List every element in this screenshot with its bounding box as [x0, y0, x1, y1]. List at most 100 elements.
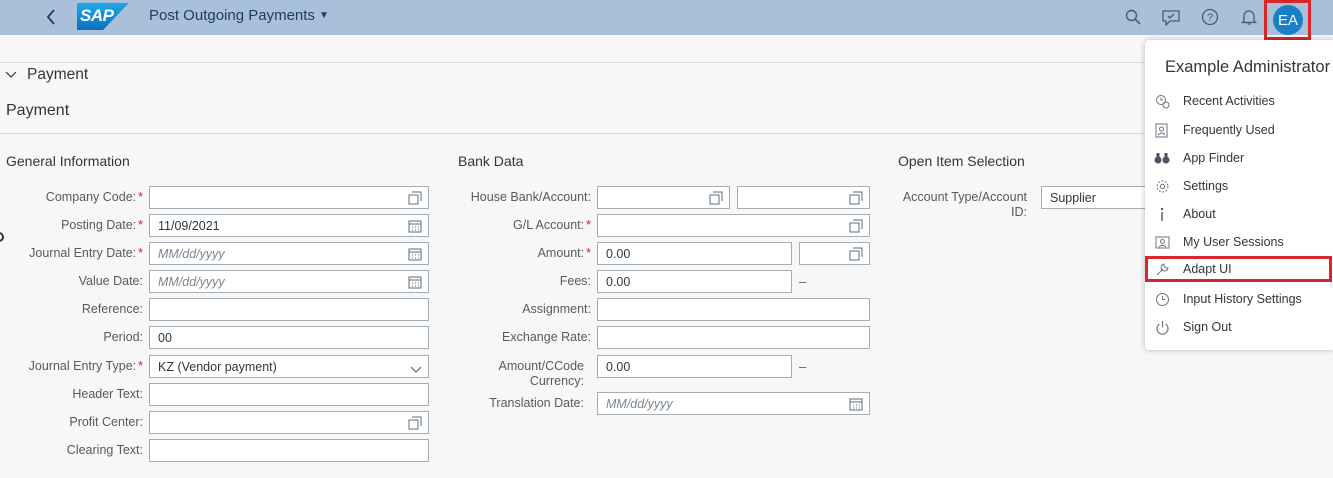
amount-input[interactable]: 0.00 [597, 242, 792, 265]
open-item-selection-title: Open Item Selection [898, 153, 1025, 169]
notes-button[interactable] [1158, 5, 1184, 29]
menu-item-recent-activities[interactable]: Recent Activities [1145, 88, 1333, 114]
period-input[interactable]: 00 [149, 326, 429, 349]
back-icon [46, 9, 55, 25]
user-menu: Example Administrator Recent Activities … [1145, 40, 1333, 350]
general-information-title: General Information [6, 153, 130, 169]
currency-input[interactable] [799, 242, 870, 265]
logo-text: SAP [80, 6, 114, 25]
menu-item-about[interactable]: About [1145, 201, 1333, 227]
value-help-icon[interactable] [849, 247, 863, 264]
value-date-input[interactable]: MM/dd/yyyy [149, 270, 429, 293]
menu-item-my-user-sessions[interactable]: My User Sessions [1145, 229, 1333, 255]
menu-item-label: Recent Activities [1183, 94, 1275, 108]
menu-item-frequently-used[interactable]: Frequently Used [1145, 117, 1333, 143]
value-help-icon[interactable] [408, 191, 422, 208]
app-title: Post Outgoing Payments [149, 7, 315, 24]
header-text-label: Header Text: [72, 387, 143, 401]
back-button[interactable] [38, 4, 64, 30]
power-icon [1154, 319, 1170, 335]
wrench-icon [1154, 261, 1170, 277]
menu-item-label: Sign Out [1183, 320, 1232, 334]
clearing-text-input[interactable] [149, 439, 429, 462]
menu-item-label: App Finder [1183, 151, 1245, 165]
translation-date-input[interactable]: MM/dd/yyyy [597, 392, 870, 415]
notifications-button[interactable] [1236, 5, 1262, 29]
frequently-used-icon [1154, 122, 1170, 138]
account-type-select[interactable]: Supplier [1041, 186, 1151, 209]
menu-item-settings[interactable]: Settings [1145, 173, 1333, 199]
divider [0, 133, 1145, 134]
menu-item-sign-out[interactable]: Sign Out [1145, 314, 1333, 340]
clearing-text-label: Clearing Text: [66, 443, 143, 457]
avatar[interactable]: EA [1273, 5, 1303, 35]
calendar-icon[interactable] [408, 219, 422, 236]
fees-input[interactable]: 0.00 [597, 270, 792, 293]
chevron-down-icon [5, 71, 17, 78]
recent-activities-icon [1154, 93, 1170, 109]
value-help-icon[interactable] [849, 219, 863, 236]
help-button[interactable]: ? [1197, 5, 1223, 29]
svg-text:?: ? [1207, 12, 1213, 24]
app-title-menu[interactable]: Post Outgoing Payments ▼ [149, 7, 329, 24]
reference-label: Reference: [81, 302, 143, 316]
calendar-icon[interactable] [849, 397, 863, 414]
chevron-down-icon[interactable] [410, 363, 422, 377]
profit-center-label: Profit Center: [69, 415, 143, 429]
search-button[interactable] [1120, 5, 1146, 29]
calendar-icon[interactable] [408, 275, 422, 292]
house-account-input[interactable] [737, 186, 870, 209]
edge-handle[interactable] [0, 232, 4, 242]
company-code-input[interactable] [149, 186, 429, 209]
gl-account-input[interactable] [597, 214, 870, 237]
bell-icon [1241, 10, 1257, 25]
house-bank-input[interactable] [597, 186, 730, 209]
reference-input[interactable] [149, 298, 429, 321]
assignment-input[interactable] [597, 298, 870, 321]
house-bank-label: House Bank/Account: [470, 190, 591, 204]
exchange-rate-label: Exchange Rate: [502, 330, 591, 344]
info-icon [1154, 206, 1170, 222]
amount-ccode-label: Amount/CCode Currency: [498, 359, 584, 388]
account-type-label: Account Type/Account ID: [902, 190, 1027, 219]
divider [0, 62, 1145, 63]
gl-account-label: G/L Account: * [513, 218, 591, 232]
journal-entry-type-select[interactable]: KZ (Vendor payment) [149, 355, 429, 378]
menu-item-app-finder[interactable]: App Finder [1145, 145, 1333, 171]
value-date-label: Value Date: [78, 274, 143, 288]
translation-date-label: Translation Date: [489, 396, 584, 410]
amount-ccode-input[interactable]: 0.00 [597, 355, 792, 378]
posting-date-label: Posting Date: * [61, 218, 143, 232]
shell-bar: SAP Post Outgoing Payments ▼ ? EA [0, 0, 1333, 40]
menu-item-input-history-settings[interactable]: Input History Settings [1145, 286, 1333, 312]
assignment-label: Assignment: [522, 302, 591, 316]
clock-icon [1154, 291, 1170, 307]
exchange-rate-input[interactable] [597, 326, 870, 349]
journal-entry-date-label: Journal Entry Date: * [29, 246, 143, 260]
bank-data-title: Bank Data [458, 153, 524, 169]
payment-section-toggle[interactable]: Payment [5, 66, 88, 84]
binoculars-icon [1154, 150, 1170, 166]
gear-icon [1154, 178, 1170, 194]
value-help-icon[interactable] [709, 191, 723, 208]
menu-item-adapt-ui[interactable]: Adapt UI [1145, 256, 1332, 282]
profit-center-input[interactable] [149, 411, 429, 434]
value-help-icon[interactable] [408, 416, 422, 433]
menu-item-label: My User Sessions [1183, 235, 1284, 249]
caret-down-icon: ▼ [318, 10, 329, 21]
journal-entry-date-input[interactable]: MM/dd/yyyy [149, 242, 429, 265]
user-name: Example Administrator [1165, 58, 1331, 76]
posting-date-input[interactable]: 11/09/2021 [149, 214, 429, 237]
notes-icon [1162, 10, 1180, 26]
section-toggle-label: Payment [27, 66, 89, 83]
menu-item-label: Input History Settings [1183, 292, 1302, 306]
fees-label: Fees: [559, 274, 591, 288]
section-title: Payment [6, 102, 70, 119]
menu-item-label: Settings [1183, 179, 1229, 193]
calendar-icon[interactable] [408, 247, 422, 264]
header-text-input[interactable] [149, 383, 429, 406]
value-help-icon[interactable] [849, 191, 863, 208]
fees-currency-dash: – [799, 274, 807, 289]
help-icon: ? [1201, 8, 1219, 26]
menu-item-label: Frequently Used [1183, 123, 1275, 137]
